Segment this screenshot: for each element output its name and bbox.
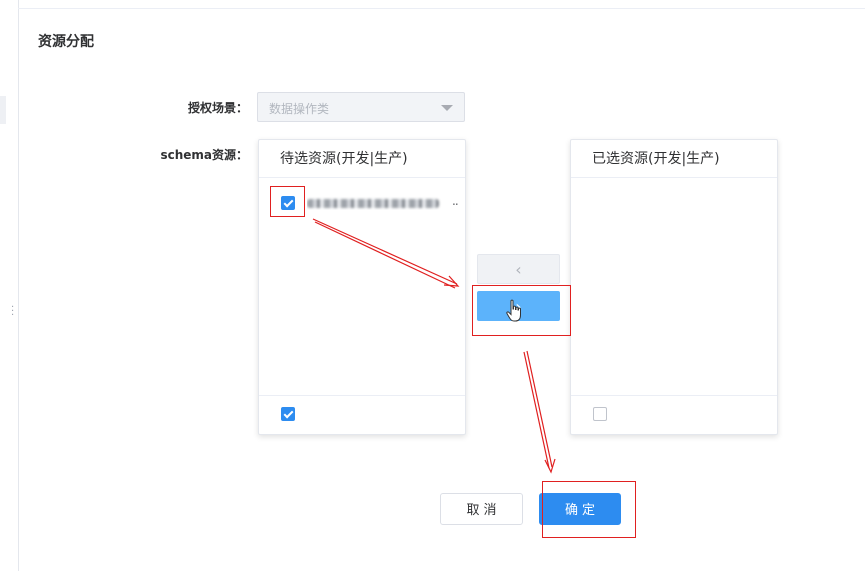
page-title: 资源分配 — [38, 34, 94, 50]
available-panel-footer — [259, 395, 465, 434]
rail-active-indicator — [0, 96, 6, 124]
redacted-text-blur — [307, 199, 439, 208]
selected-resources-panel: 已选资源(开发|生产) — [570, 139, 778, 435]
caret-down-icon — [441, 105, 453, 111]
schema-label: schema资源： — [160, 148, 248, 162]
annotation-highlight-checkbox — [270, 186, 305, 217]
select-all-available-checkbox[interactable] — [281, 407, 295, 421]
left-sidebar-rail: · · · — [0, 0, 19, 571]
selected-panel-title: 已选资源(开发|生产) — [571, 140, 777, 178]
available-panel-title: 待选资源(开发|生产) — [259, 140, 465, 178]
obscured-item-text — [307, 196, 459, 210]
annotation-arrowhead-2 — [544, 458, 556, 474]
scene-select-value: 数据操作类 — [269, 102, 330, 116]
scene-select[interactable]: 数据操作类 — [257, 92, 465, 122]
annotation-arrow-2 — [523, 350, 553, 469]
scene-label: 授权场景： — [187, 101, 248, 115]
cancel-button[interactable]: 取消 — [440, 493, 523, 525]
move-to-available-button[interactable]: ‹ — [477, 254, 560, 284]
annotation-highlight-confirm — [542, 481, 636, 538]
item-ellipsis: .. — [452, 194, 459, 208]
top-divider — [18, 8, 865, 9]
chevron-left-icon: ‹ — [515, 260, 522, 279]
selected-list — [571, 178, 777, 396]
annotation-highlight-move-button — [472, 285, 571, 336]
selected-panel-footer — [571, 395, 777, 434]
available-resources-panel: 待选资源(开发|生产) .. — [258, 139, 466, 435]
select-all-selected-checkbox[interactable] — [593, 407, 607, 421]
resize-handle-icon[interactable]: · · · — [11, 303, 14, 321]
